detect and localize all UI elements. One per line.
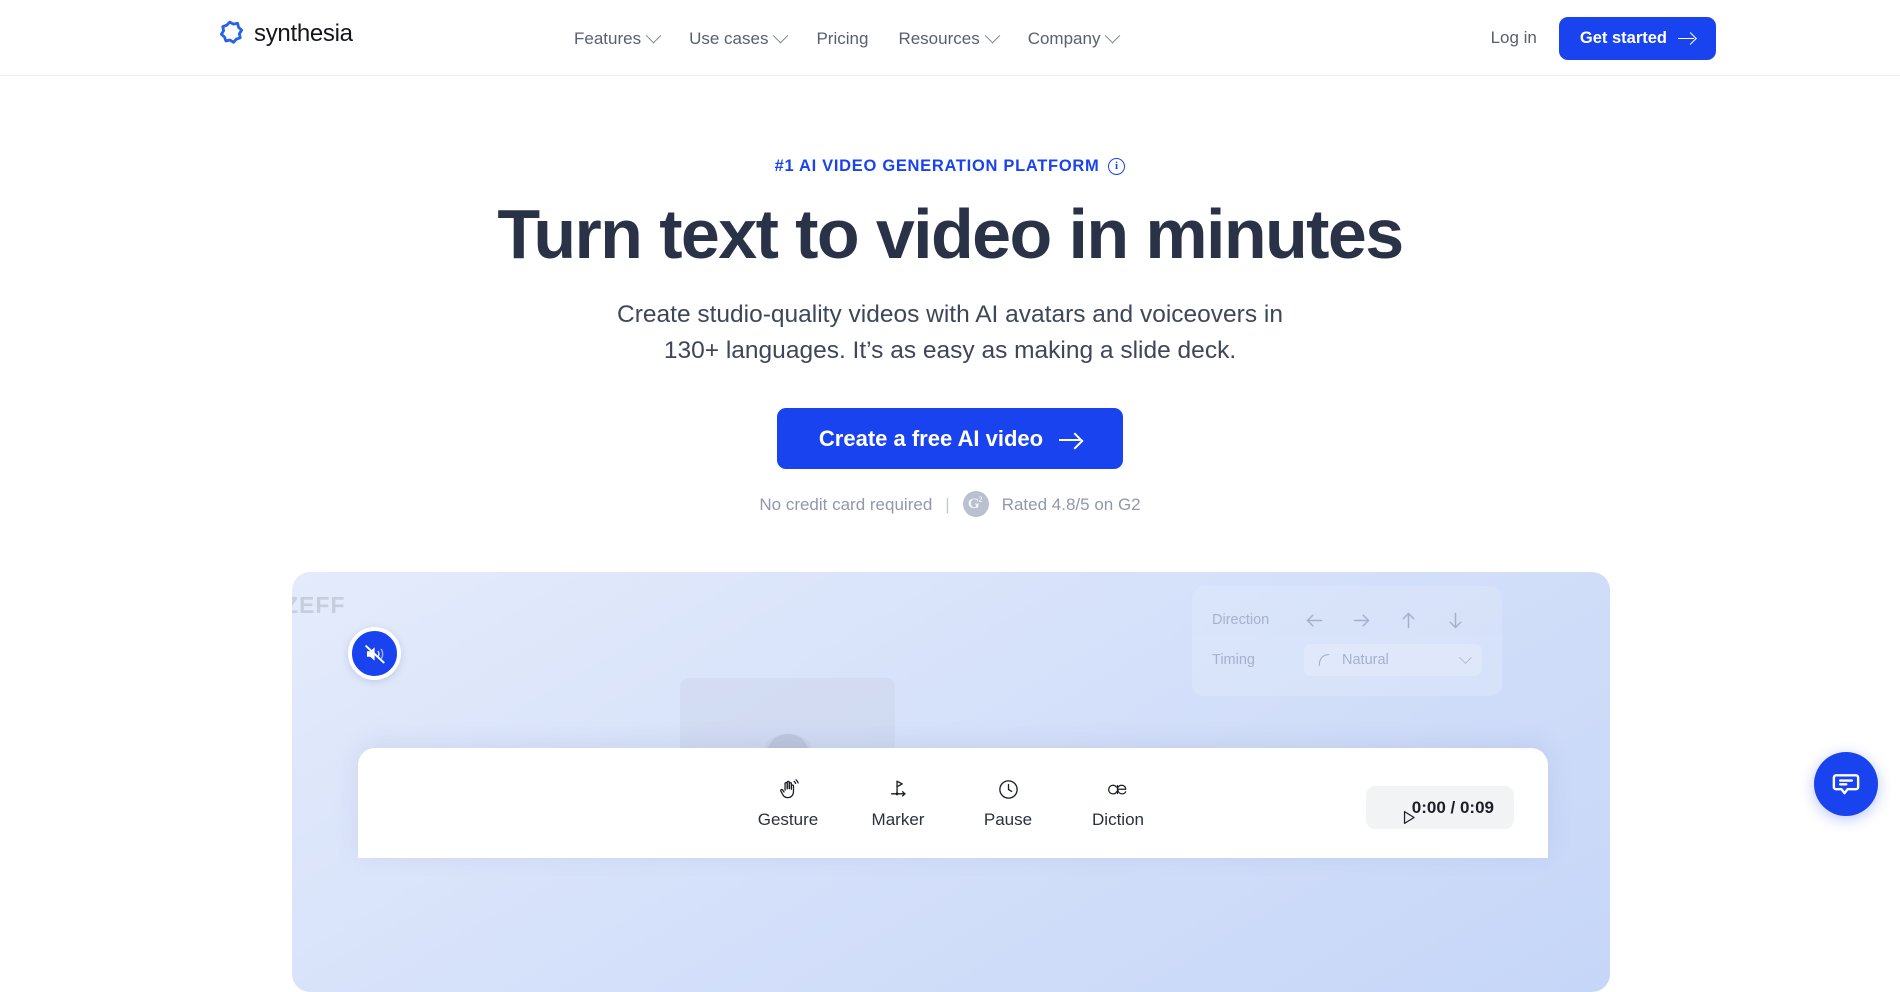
hero-eyebrow-text: #1 AI VIDEO GENERATION PLATFORM — [775, 158, 1100, 175]
arrow-right-icon[interactable] — [1351, 610, 1372, 631]
info-circle-icon[interactable]: i — [1108, 158, 1125, 175]
curve-ease-icon — [1316, 652, 1332, 668]
get-started-label: Get started — [1580, 29, 1667, 48]
arrow-left-icon[interactable] — [1304, 610, 1325, 631]
arrow-down-icon[interactable] — [1445, 610, 1466, 631]
chevron-down-icon — [646, 27, 662, 43]
timing-value: Natural — [1342, 652, 1451, 668]
trust-separator: | — [945, 496, 949, 513]
arrow-right-icon — [1059, 433, 1081, 444]
timing-select[interactable]: Natural — [1304, 644, 1482, 676]
script-toolbar: Gesture Marker Pause — [358, 748, 1548, 858]
hero-eyebrow: #1 AI VIDEO GENERATION PLATFORM i — [0, 158, 1900, 175]
toolbar-label: Pause — [984, 810, 1032, 830]
trust-row: No credit card required | G2 Rated 4.8/5… — [0, 491, 1900, 517]
chat-bubble-icon — [1830, 768, 1862, 800]
chat-widget-button[interactable] — [1814, 752, 1878, 816]
chevron-down-icon — [773, 27, 789, 43]
video-watermark: ZEFF — [292, 592, 346, 619]
hero-subheading-line2: 130+ languages. It’s as easy as making a… — [664, 337, 1236, 364]
timing-setting-row: Timing Natural — [1192, 640, 1502, 680]
toolbar-label: Marker — [872, 810, 925, 830]
logo-text: synthesia — [254, 22, 353, 46]
hero-subheading-line1: Create studio-quality videos with AI ava… — [617, 301, 1283, 328]
nav-item-use-cases[interactable]: Use cases — [689, 30, 786, 47]
synthesia-starburst-icon — [214, 18, 245, 49]
main-nav: Features Use cases Pricing Resources Com… — [574, 0, 1118, 76]
page-title: Turn text to video in minutes — [0, 197, 1900, 271]
hero-section: #1 AI VIDEO GENERATION PLATFORM i Turn t… — [0, 76, 1900, 517]
cta-label: Create a free AI video — [819, 426, 1043, 452]
login-link[interactable]: Log in — [1491, 28, 1537, 48]
flag-marker-icon — [887, 777, 910, 803]
nav-item-features[interactable]: Features — [574, 30, 659, 47]
play-triangle-icon — [1386, 799, 1399, 817]
nav-label: Resources — [898, 30, 979, 47]
g2-rating-text: Rated 4.8/5 on G2 — [1002, 496, 1141, 513]
chevron-down-icon — [1105, 27, 1121, 43]
toolbar-item-marker[interactable]: Marker — [861, 777, 935, 830]
hero-subheading: Create studio-quality videos with AI ava… — [0, 297, 1900, 368]
ae-ligature-icon — [1105, 777, 1131, 803]
speaker-muted-icon — [363, 642, 387, 666]
toolbar-item-diction[interactable]: Diction — [1081, 777, 1155, 830]
waving-hand-icon — [777, 777, 800, 803]
clock-icon — [997, 777, 1020, 803]
player-timestamp: 0:00 / 0:09 — [1412, 798, 1494, 818]
chevron-down-icon — [984, 27, 1000, 43]
chevron-down-icon — [1459, 651, 1472, 664]
nav-item-resources[interactable]: Resources — [898, 30, 997, 47]
no-credit-card-text: No credit card required — [759, 496, 932, 513]
nav-label: Use cases — [689, 30, 768, 47]
hero-cta-wrap: Create a free AI video — [0, 408, 1900, 469]
nav-label: Company — [1028, 30, 1101, 47]
create-free-ai-video-button[interactable]: Create a free AI video — [777, 408, 1123, 469]
video-player-control[interactable]: 0:00 / 0:09 — [1366, 786, 1514, 829]
g2-logo-icon: G2 — [963, 491, 989, 517]
site-header: synthesia Features Use cases Pricing Res… — [0, 0, 1900, 76]
animation-settings-panel: Direction Timing Natural — [1192, 586, 1502, 696]
nav-item-company[interactable]: Company — [1028, 30, 1119, 47]
direction-setting-row: Direction — [1192, 600, 1502, 640]
nav-label: Pricing — [816, 30, 868, 47]
arrow-up-icon[interactable] — [1398, 610, 1419, 631]
header-actions: Log in Get started — [1491, 0, 1716, 76]
direction-label: Direction — [1212, 612, 1286, 628]
get-started-button[interactable]: Get started — [1559, 17, 1716, 60]
direction-options — [1304, 610, 1466, 631]
toolbar-label: Diction — [1092, 810, 1144, 830]
timing-label: Timing — [1212, 652, 1286, 668]
nav-item-pricing[interactable]: Pricing — [816, 30, 868, 47]
g2-sup: 2 — [979, 496, 983, 504]
logo[interactable]: synthesia — [214, 18, 353, 49]
toolbar-item-gesture[interactable]: Gesture — [751, 777, 825, 830]
toolbar-items: Gesture Marker Pause — [751, 777, 1155, 830]
nav-label: Features — [574, 30, 641, 47]
mute-toggle-button[interactable] — [348, 627, 401, 680]
toolbar-label: Gesture — [758, 810, 818, 830]
toolbar-item-pause[interactable]: Pause — [971, 777, 1045, 830]
arrow-right-icon — [1678, 33, 1695, 44]
